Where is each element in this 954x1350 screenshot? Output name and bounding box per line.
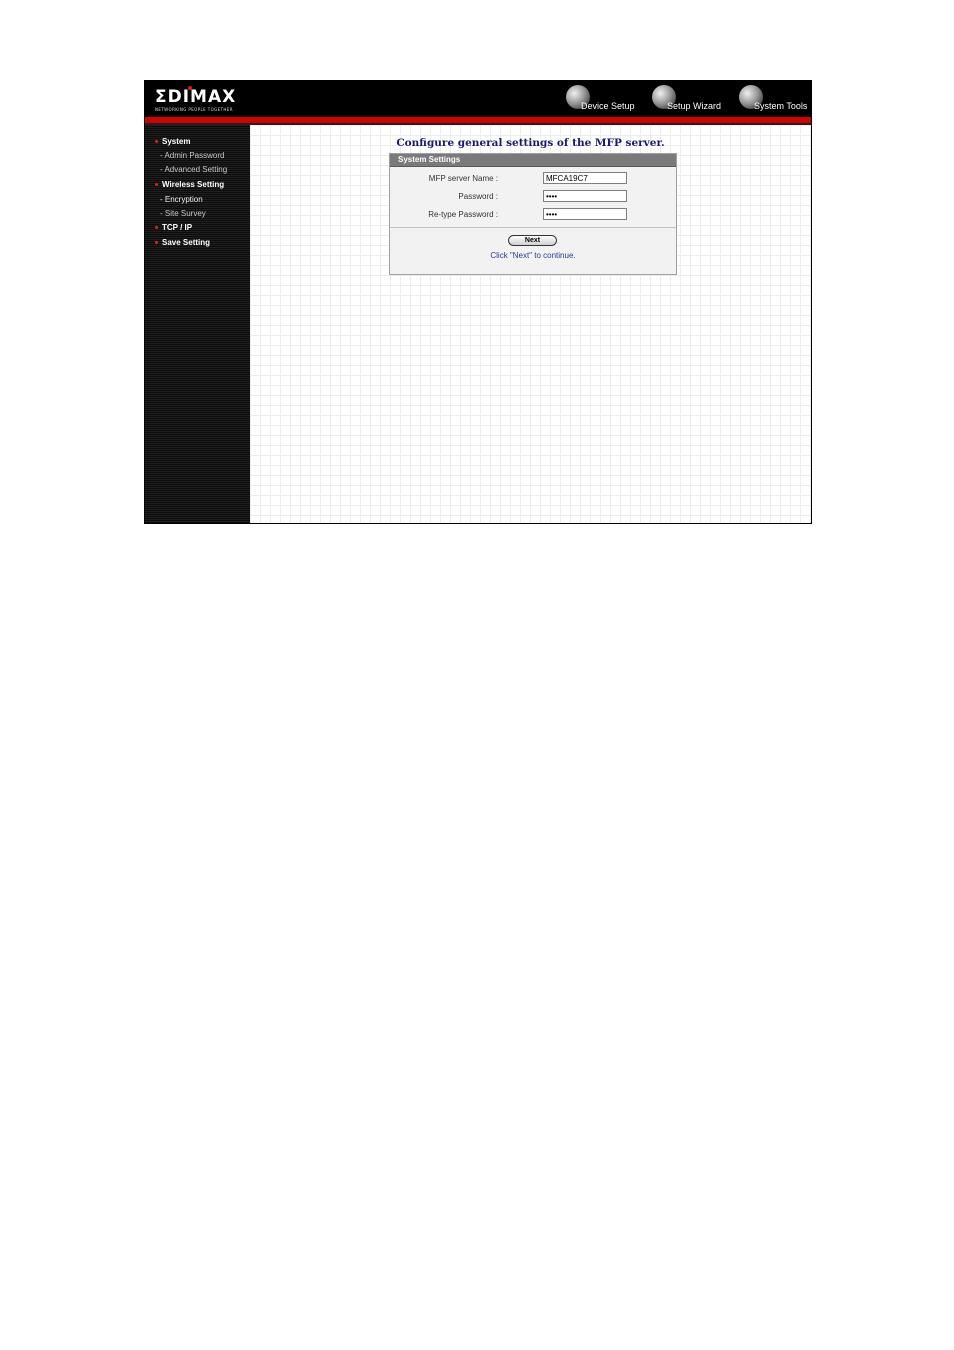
sidebar: System - Admin Password - Advanced Setti… xyxy=(145,125,250,523)
nav-device-setup[interactable]: Device Setup xyxy=(566,85,641,115)
bullet-icon xyxy=(155,226,158,230)
sidebar-item-advanced-setting[interactable]: - Advanced Setting xyxy=(155,165,227,174)
sidebar-item-tcp-ip[interactable]: TCP / IP xyxy=(155,223,192,232)
password-label: Password : xyxy=(458,192,498,201)
retype-password-input[interactable] xyxy=(543,208,627,220)
bullet-icon xyxy=(155,241,158,245)
continue-hint: Click "Next" to continue. xyxy=(490,251,576,260)
logo-dot xyxy=(188,86,192,90)
sidebar-item-system[interactable]: System xyxy=(155,137,190,146)
server-name-label: MFP server Name : xyxy=(428,174,498,183)
app-window: ΣDIMAX NETWORKING PEOPLE TOGETHER Device… xyxy=(144,80,812,524)
edimax-logo: ΣDIMAX NETWORKING PEOPLE TOGETHER xyxy=(155,86,237,112)
header-bar: ΣDIMAX NETWORKING PEOPLE TOGETHER Device… xyxy=(145,81,811,117)
page-title: Configure general settings of the MFP se… xyxy=(396,137,665,149)
next-button[interactable]: Next xyxy=(508,235,557,246)
retype-password-label: Re-type Password : xyxy=(428,210,498,219)
panel-divider xyxy=(390,227,676,228)
password-input[interactable] xyxy=(543,190,627,202)
sidebar-item-wireless-setting[interactable]: Wireless Setting xyxy=(155,180,224,189)
nav-setup-wizard[interactable]: Setup Wizard xyxy=(652,85,730,115)
bullet-icon xyxy=(155,140,158,144)
panel-title: System Settings xyxy=(390,154,676,167)
bullet-icon xyxy=(155,183,158,187)
server-name-row: MFP server Name : xyxy=(390,172,676,186)
password-row: Password : xyxy=(390,190,676,204)
sidebar-item-site-survey[interactable]: - Site Survey xyxy=(155,209,206,218)
sidebar-item-save-setting[interactable]: Save Setting xyxy=(155,238,210,247)
retype-password-row: Re-type Password : xyxy=(390,208,676,222)
server-name-input[interactable] xyxy=(543,172,627,184)
sidebar-item-encryption[interactable]: - Encryption xyxy=(155,195,203,204)
sidebar-item-admin-password[interactable]: - Admin Password xyxy=(155,151,224,160)
main-content: Configure general settings of the MFP se… xyxy=(250,125,811,523)
nav-system-tools[interactable]: System Tools xyxy=(739,85,811,115)
system-settings-panel: System Settings MFP server Name : Passwo… xyxy=(389,153,677,275)
